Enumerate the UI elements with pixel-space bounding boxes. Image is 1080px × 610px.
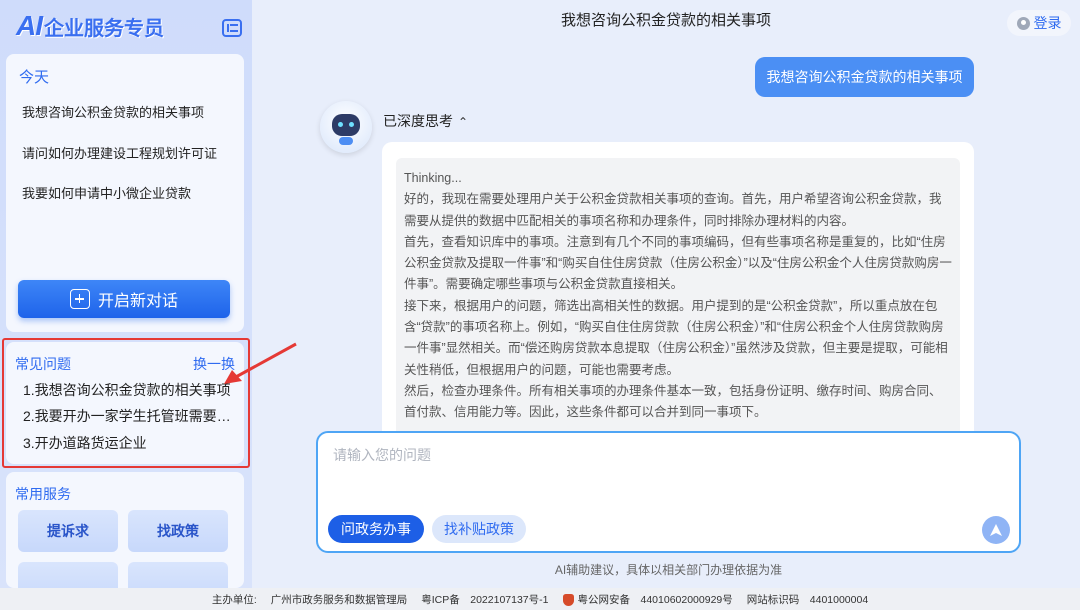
history-panel: 今天 我想咨询公积金贷款的相关事项 请问如何办理建设工程规划许可证 我要如何申请…: [6, 54, 244, 332]
thinking-paragraph: 接下来，根据用户的问题，筛选出高相关性的数据。用户提到的是“公积金贷款”，所以重…: [404, 298, 948, 377]
services-panel: 常用服务 提诉求 找政策: [6, 472, 244, 588]
annotation-arrow-icon: [224, 342, 297, 384]
sidebar-toggle-icon[interactable]: [222, 19, 242, 37]
user-icon: [1016, 16, 1030, 30]
police-badge-icon: [562, 593, 574, 606]
service-policy-button[interactable]: 找政策: [128, 510, 228, 552]
history-item[interactable]: 请问如何办理建设工程规划许可证: [22, 143, 217, 162]
history-item[interactable]: 我要如何申请中小微企业贷款: [22, 183, 191, 202]
assistant-response-card: Thinking... 好的，我现在需要处理用户关于公积金贷款相关事项的查询。首…: [382, 142, 974, 452]
faq-highlight-frame: [2, 338, 250, 468]
thinking-paragraph: 好的，我现在需要处理用户关于公积金贷款相关事项的查询。首先，用户希望咨询公积金贷…: [404, 192, 942, 228]
chat-input-box[interactable]: 请输入您的问题 问政务办事 找补贴政策: [316, 431, 1021, 553]
service-button[interactable]: [18, 562, 118, 588]
service-complaint-button[interactable]: 提诉求: [18, 510, 118, 552]
chat-input-placeholder[interactable]: 请输入您的问题: [333, 445, 431, 465]
footer-site-id: 网站标识码 4401000004: [746, 593, 869, 606]
thinking-paragraph: 然后，检查办理条件。所有相关事项的办理条件基本一致，包括身份证明、缴存时间、购房…: [404, 383, 942, 420]
thinking-paragraph: Thinking...: [404, 171, 462, 185]
chip-gov-affairs[interactable]: 问政务办事: [328, 515, 424, 543]
footer-police-record[interactable]: 粤公网安备 44010602000929号: [562, 592, 733, 607]
thinking-paragraph: 首先，查看知识库中的事项。注意到有几个不同的事项编码，但有些事项名称是重复的，比…: [404, 234, 952, 292]
bot-avatar: [320, 101, 372, 153]
new-chat-label: 开启新对话: [97, 293, 178, 310]
send-button[interactable]: [982, 516, 1010, 544]
service-button[interactable]: [128, 562, 228, 588]
deep-think-status[interactable]: 已深度思考: [383, 111, 453, 131]
logo-title-text: 企业服务专员: [44, 18, 164, 40]
footer-sponsor-label: 主办单位:: [211, 593, 257, 606]
conversation-title: 我想咨询公积金贷款的相关事项: [560, 12, 771, 29]
history-item[interactable]: 我想咨询公积金贷款的相关事项: [22, 102, 204, 121]
footer-icp[interactable]: 粤ICP备 2022107137号-1: [421, 592, 548, 607]
send-arrow-icon: [990, 524, 1002, 536]
footer-police-text: 粤公网安备 44010602000929号: [577, 593, 733, 606]
site-footer: 主办单位: 广州市政务服务和数据管理局 粤ICP备 2022107137号-1 …: [0, 588, 1080, 610]
sidebar: AI 企业服务专员 今天 我想咨询公积金贷款的相关事项 请问如何办理建设工程规划…: [0, 0, 252, 588]
services-title: 常用服务: [15, 486, 71, 502]
logo-ai-text: AI: [16, 10, 43, 41]
thinking-process: Thinking... 好的，我现在需要处理用户关于公积金贷款相关事项的查询。首…: [396, 158, 960, 452]
login-button[interactable]: 登录: [1007, 10, 1071, 36]
robot-icon: [332, 114, 360, 136]
user-message-bubble: 我想咨询公积金贷款的相关事项: [755, 57, 974, 97]
plus-icon: [69, 289, 90, 309]
chip-subsidy-policy[interactable]: 找补贴政策: [432, 515, 526, 543]
app-logo: AI 企业服务专员: [16, 10, 164, 42]
ai-disclaimer: AI辅助建议，具体以相关部门办理依据为准: [554, 563, 783, 577]
login-label: 登录: [1033, 15, 1062, 31]
history-section-title: 今天: [19, 69, 50, 86]
new-chat-button[interactable]: 开启新对话: [18, 280, 230, 318]
footer-sponsor: 广州市政务服务和数据管理局: [270, 593, 408, 606]
chevron-up-icon[interactable]: ⌃: [458, 115, 468, 129]
